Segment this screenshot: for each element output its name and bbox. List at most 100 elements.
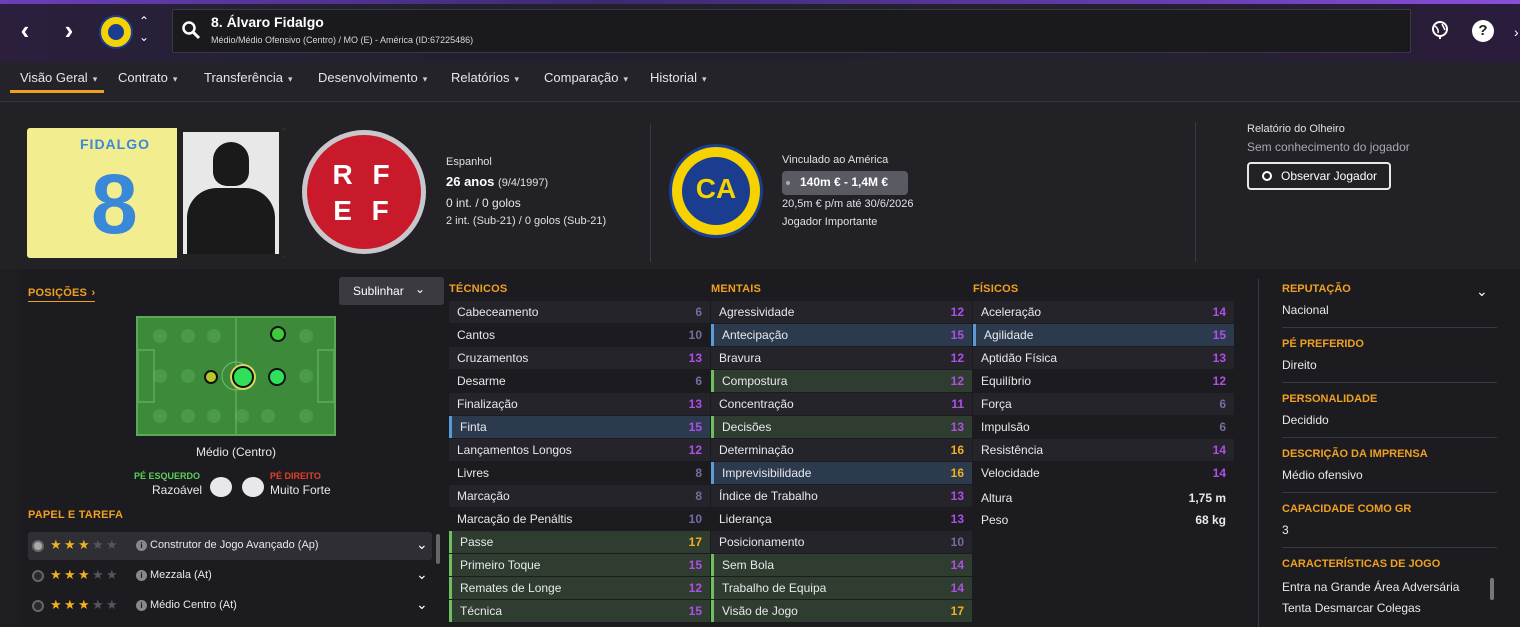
- attribute-row[interactable]: Concentração 11: [711, 393, 972, 415]
- attribute-row[interactable]: Finalização 13: [449, 393, 710, 415]
- attribute-row[interactable]: Trabalho de Equipa 14: [711, 577, 972, 599]
- attribute-row[interactable]: Técnica 15: [449, 600, 710, 622]
- chevron-down-icon[interactable]: ⌄: [416, 566, 428, 583]
- positions-heading[interactable]: POSIÇÕES ›: [28, 283, 96, 302]
- kit-name: FIDALGO: [80, 136, 150, 152]
- tab-history[interactable]: Historial ▾: [650, 70, 707, 85]
- star-icon: ★: [64, 537, 76, 552]
- attribute-row[interactable]: Compostura 12: [711, 370, 972, 392]
- scout-player-button[interactable]: Observar Jogador: [1247, 162, 1391, 190]
- radio-button[interactable]: [32, 540, 44, 552]
- attribute-row[interactable]: Agressividade 12: [711, 301, 972, 323]
- attribute-row[interactable]: Desarme 6: [449, 370, 710, 392]
- attribute-name: Primeiro Toque: [460, 558, 541, 572]
- attribute-value: 16: [950, 466, 964, 480]
- weight-value: 68 kg: [1195, 513, 1226, 527]
- attribute-row[interactable]: Marcação 8: [449, 485, 710, 507]
- left-boot-icon: [210, 477, 232, 497]
- radio-button[interactable]: [32, 570, 44, 582]
- attribute-row[interactable]: Passe 17: [449, 531, 710, 553]
- role-row[interactable]: ★ ★ ★ ★ ★ i Mezzala (At) ⌄: [28, 562, 432, 590]
- club-crest-icon[interactable]: [99, 15, 133, 49]
- attribute-row[interactable]: Cruzamentos 13: [449, 347, 710, 369]
- position-marker-primary: [232, 366, 254, 388]
- attribute-row[interactable]: Posicionamento 10: [711, 531, 972, 553]
- attribute-row[interactable]: Livres 8: [449, 462, 710, 484]
- attribute-row[interactable]: Decisões 13: [711, 416, 972, 438]
- position-marker-minor: [204, 370, 218, 384]
- chevron-down-icon[interactable]: ⌄: [139, 30, 149, 44]
- value-badge[interactable]: 140m € - 1,4M €: [782, 171, 908, 195]
- divider: [1282, 382, 1497, 383]
- attribute-value: 6: [695, 305, 702, 319]
- attribute-row[interactable]: Resistência 14: [973, 439, 1234, 461]
- fed-badge-line1: R F: [332, 159, 396, 190]
- chevron-down-icon: ▾: [701, 74, 707, 84]
- wage: 20,5m € p/m até 30/6/2026: [782, 198, 914, 210]
- role-row[interactable]: ★ ★ ★ ★ ★ i Construtor de Jogo Avançado (Ap) ⌄: [28, 532, 432, 560]
- tab-reports[interactable]: Relatórios ▾: [451, 70, 519, 85]
- attribute-row[interactable]: Lançamentos Longos 12: [449, 439, 710, 461]
- attribute-row[interactable]: Cabeceamento 6: [449, 301, 710, 323]
- chevron-up-icon[interactable]: ⌃: [139, 14, 149, 28]
- tab-comparison[interactable]: Comparação ▾: [544, 70, 628, 85]
- attribute-value: 11: [951, 397, 964, 411]
- player-search-box[interactable]: 8. Álvaro Fidalgo Médio/Médio Ofensivo (…: [172, 9, 1411, 53]
- traits-scrollbar[interactable]: [1490, 578, 1494, 600]
- u21-caps: 2 int. (Sub-21) / 0 golos (Sub-21): [446, 215, 607, 227]
- attribute-value: 6: [695, 374, 702, 388]
- globe-icon[interactable]: [1430, 20, 1450, 40]
- player-photo: [177, 128, 285, 258]
- attribute-row[interactable]: Aceleração 14: [973, 301, 1234, 323]
- attribute-row[interactable]: Bravura 12: [711, 347, 972, 369]
- attribute-row[interactable]: Velocidade 14: [973, 462, 1234, 484]
- attribute-row[interactable]: Cantos 10: [449, 324, 710, 346]
- attribute-row[interactable]: Determinação 16: [711, 439, 972, 461]
- tab-overview[interactable]: Visão Geral ▾: [20, 70, 97, 85]
- market-value: 140m € - 1,4M €: [800, 175, 889, 189]
- divider: [1195, 122, 1196, 262]
- attribute-row[interactable]: Equilíbrio 12: [973, 370, 1234, 392]
- attribute-row[interactable]: Aptidão Física 13: [973, 347, 1234, 369]
- radio-button[interactable]: [32, 600, 44, 612]
- attribute-row[interactable]: Agilidade 15: [973, 324, 1234, 346]
- attribute-row[interactable]: Força 6: [973, 393, 1234, 415]
- attribute-row[interactable]: Visão de Jogo 17: [711, 600, 972, 622]
- star-icon: ★: [92, 537, 104, 552]
- tab-development[interactable]: Desenvolvimento ▾: [318, 70, 427, 85]
- attribute-row[interactable]: Remates de Longe 12: [449, 577, 710, 599]
- forward-icon[interactable]: ›: [54, 16, 84, 46]
- attribute-value: 10: [688, 328, 702, 342]
- tab-transfer[interactable]: Transferência ▾: [204, 70, 293, 85]
- attribute-row[interactable]: Antecipação 15: [711, 324, 972, 346]
- role-row[interactable]: ★ ★ ★ ★ ★ i Médio Centro (At) ⌄: [28, 592, 432, 620]
- attribute-row[interactable]: Finta 15: [449, 416, 710, 438]
- attribute-row[interactable]: Sem Bola 14: [711, 554, 972, 576]
- attribute-name: Velocidade: [981, 466, 1040, 480]
- scout-title: Relatório do Olheiro: [1247, 123, 1345, 135]
- chevron-down-icon[interactable]: ⌄: [416, 536, 428, 553]
- roles-scrollbar[interactable]: [436, 534, 440, 564]
- attribute-row[interactable]: Imprevisibilidade 16: [711, 462, 972, 484]
- search-icon[interactable]: [181, 20, 201, 40]
- kit-number: 8: [91, 157, 138, 251]
- attribute-name: Agressividade: [719, 305, 795, 319]
- attribute-row[interactable]: Impulsão 6: [973, 416, 1234, 438]
- tab-contract[interactable]: Contrato ▾: [118, 70, 177, 85]
- help-icon[interactable]: ?: [1472, 20, 1494, 42]
- attribute-row[interactable]: Primeiro Toque 15: [449, 554, 710, 576]
- height-value: 1,75 m: [1188, 491, 1226, 505]
- back-icon[interactable]: ‹: [10, 16, 40, 46]
- divider: [1282, 547, 1497, 548]
- info-icon[interactable]: i: [136, 600, 147, 611]
- attribute-row[interactable]: Marcação de Penáltis 10: [449, 508, 710, 530]
- attribute-value: 8: [695, 489, 702, 503]
- attribute-row[interactable]: Liderança 13: [711, 508, 972, 530]
- info-icon[interactable]: i: [136, 570, 147, 581]
- highlight-dropdown[interactable]: Sublinhar ⌄: [339, 277, 444, 305]
- chevron-down-icon[interactable]: ⌄: [416, 596, 428, 613]
- attribute-row[interactable]: Índice de Trabalho 13: [711, 485, 972, 507]
- star-icon: ★: [50, 597, 62, 612]
- chevron-down-icon[interactable]: ⌄: [1476, 283, 1488, 300]
- info-icon[interactable]: i: [136, 540, 147, 551]
